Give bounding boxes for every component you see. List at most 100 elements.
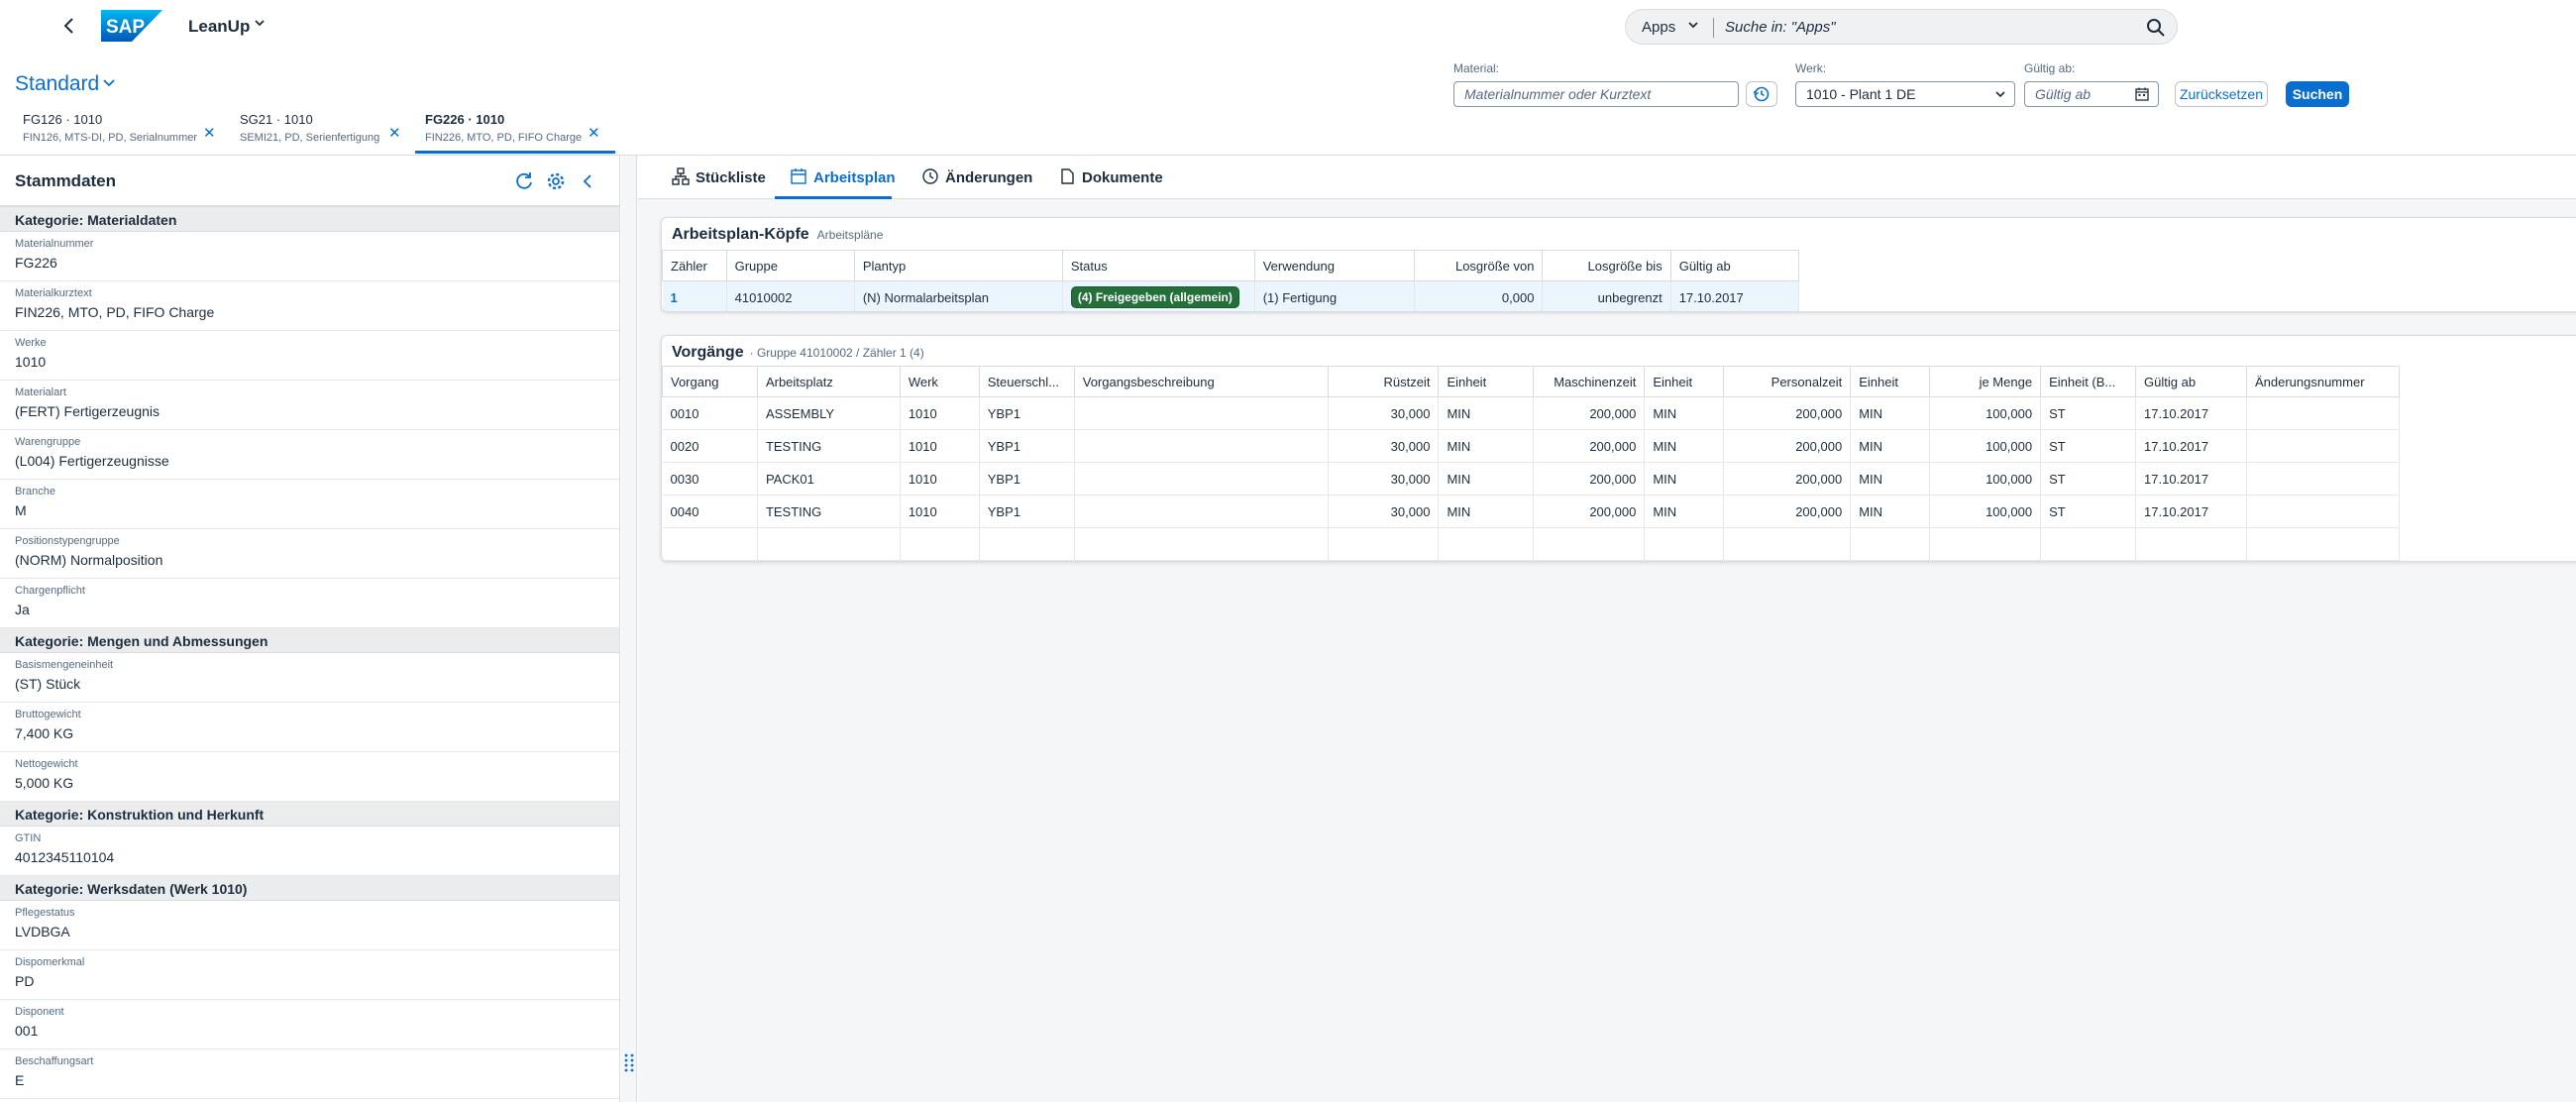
field-pflegestatus: Pflegestatus LVDBGA [0, 901, 619, 950]
material-input[interactable]: Materialnummer oder Kurztext [1453, 81, 1739, 107]
column-header[interactable]: Steuerschl... [978, 366, 1075, 397]
cell [1074, 396, 1329, 430]
chevron-down-icon[interactable] [1994, 87, 2006, 103]
column-header[interactable]: Werk [899, 366, 980, 397]
column-header[interactable]: Einheit [1644, 366, 1725, 397]
app-title[interactable]: LeanUp [188, 17, 250, 37]
column-header[interactable]: Status [1061, 250, 1255, 281]
search-input[interactable]: Suche in: "Apps" [1725, 19, 1836, 36]
tab-arbeitsplan[interactable]: Arbeitsplan [790, 167, 896, 186]
cell: 1010 [900, 429, 980, 463]
cell: YBP1 [979, 495, 1075, 528]
field-label: GTIN [15, 832, 42, 844]
field-materialnummer: Materialnummer FG226 [0, 232, 619, 281]
card-subtitle: Arbeitspläne [816, 228, 884, 242]
column-header[interactable]: Arbeitsplatz [756, 366, 901, 397]
chevron-down-icon[interactable] [1687, 19, 1699, 34]
gueltig-date-input[interactable]: Gültig ab [2024, 81, 2159, 107]
field-label: Warengruppe [15, 436, 81, 448]
tab-aenderungen[interactable]: Änderungen [921, 167, 1032, 186]
material-tab-fg126[interactable]: FG126 · 1010 FIN126, MTS-DI, PD, Serialn… [23, 112, 197, 154]
column-header[interactable]: Losgröße bis [1542, 250, 1671, 281]
variant-title[interactable]: Standard [15, 72, 99, 96]
column-header[interactable]: Einheit [1438, 366, 1535, 397]
column-header[interactable]: Gruppe [725, 250, 855, 281]
close-icon[interactable]: ✕ [203, 124, 216, 142]
field-label: Materialkurztext [15, 287, 92, 299]
collapse-panel-icon[interactable] [576, 169, 599, 193]
drag-handle-icon[interactable] [624, 1052, 634, 1076]
field-bruttogewicht: Bruttogewicht 7,400 KG [0, 703, 619, 752]
reset-button[interactable]: Zurücksetzen [2175, 81, 2268, 107]
global-search[interactable]: Apps Suche in: "Apps" [1625, 9, 2178, 45]
field-label: Materialnummer [15, 238, 94, 250]
status-badge: (4) Freigegeben (allgemein) [1070, 286, 1239, 308]
empty-table-row [662, 527, 2401, 561]
field-beschaffungsart: Beschaffungsart E [0, 1049, 619, 1099]
field-label: Branche [15, 486, 55, 497]
panel-splitter[interactable] [621, 156, 637, 1102]
gueltig-placeholder: Gültig ab [2035, 86, 2092, 102]
column-header[interactable]: Personalzeit [1723, 366, 1852, 397]
tab-stueckliste[interactable]: Stückliste [672, 167, 766, 186]
column-header[interactable]: Gültig ab [1669, 250, 1800, 281]
material-label: Material: [1453, 61, 1500, 75]
close-icon[interactable]: ✕ [388, 124, 401, 142]
refresh-icon[interactable] [512, 169, 536, 193]
calendar-icon[interactable] [2134, 86, 2150, 105]
close-icon[interactable]: ✕ [588, 124, 600, 142]
material-tab-sg21[interactable]: SG21 · 1010 SEMI21, PD, Serienfertigung [240, 112, 379, 154]
field-warengruppe: Warengruppe (L004) Fertigerzeugnisse [0, 430, 619, 480]
cell: YBP1 [979, 396, 1075, 430]
table-row[interactable]: 0010 ASSEMBLY 1010 YBP1 30,000 MIN 200,000 MIN 2… [662, 396, 2401, 430]
cell: 30,000 [1328, 429, 1440, 463]
cell: 1010 [900, 396, 980, 430]
cell-verwendung: (1) Fertigung [1254, 280, 1416, 311]
tab-label: Änderungen [945, 169, 1033, 186]
column-header[interactable]: Gültig ab [2135, 366, 2247, 397]
table-row[interactable]: 0040 TESTING 1010 YBP1 30,000 MIN 200,000 MIN 20… [662, 495, 2401, 528]
column-header[interactable]: Vorgang [662, 366, 758, 397]
cell-losgroesse-von: 0,000 [1414, 280, 1544, 311]
active-tab-indicator [415, 151, 615, 154]
search-icon[interactable] [2145, 17, 2167, 39]
column-header[interactable]: Rüstzeit [1327, 366, 1440, 397]
cell: MIN [1438, 462, 1535, 496]
gear-icon[interactable] [544, 169, 568, 193]
field-value: (FERT) Fertigerzeugnis [15, 403, 161, 419]
cell: MIN [1644, 396, 1725, 430]
column-header[interactable]: Einheit (B... [2040, 366, 2137, 397]
zaehler-link[interactable]: 1 [662, 280, 727, 311]
field-label: Positionstypengruppe [15, 535, 120, 547]
cell: PACK01 [757, 462, 901, 496]
column-header[interactable]: je Menge [1929, 366, 2042, 397]
column-header[interactable]: Plantyp [853, 250, 1063, 281]
field-value: 4012345110104 [15, 849, 115, 865]
search-scope-select[interactable]: Apps [1642, 19, 1675, 36]
column-header[interactable]: Vorgangsbeschreibung [1073, 366, 1329, 397]
column-header[interactable]: Losgröße von [1414, 250, 1544, 281]
column-header[interactable]: Zähler [662, 250, 727, 281]
field-materialkurztext: Materialkurztext FIN226, MTO, PD, FIFO Ch… [0, 281, 619, 331]
column-header[interactable]: Einheit [1850, 366, 1931, 397]
table-row[interactable]: 0030 PACK01 1010 YBP1 30,000 MIN 200,000 MIN 200… [662, 462, 2401, 496]
column-header[interactable]: Verwendung [1253, 250, 1416, 281]
sap-logo[interactable]: SAP [101, 10, 162, 42]
column-header[interactable]: Maschinenzeit [1533, 366, 1646, 397]
werk-select[interactable]: 1010 - Plant 1 DE [1795, 81, 2015, 107]
field-label: Pflegestatus [15, 907, 75, 919]
chevron-down-icon[interactable] [102, 75, 116, 92]
material-tab-title: FG226 · 1010 [425, 112, 505, 127]
table-row[interactable]: 0020 TESTING 1010 YBP1 30,000 MIN 200,000 MIN 20… [662, 429, 2401, 463]
table-row[interactable]: 1 41010002 (N) Normalarbeitsplan (4) Fre… [662, 280, 1800, 311]
cell: YBP1 [979, 462, 1075, 496]
column-header[interactable]: Änderungsnummer [2245, 366, 2401, 397]
chevron-down-icon[interactable] [254, 17, 266, 32]
back-button[interactable] [57, 14, 81, 38]
history-button[interactable] [1746, 81, 1777, 107]
tab-dokumente[interactable]: Dokumente [1058, 167, 1163, 186]
material-tab-fg226[interactable]: FG226 · 1010 FIN226, MTO, PD, FIFO Charg… [425, 112, 582, 154]
cell: TESTING [757, 495, 901, 528]
search-button[interactable]: Suchen [2286, 81, 2349, 107]
chevron-left-icon [63, 18, 73, 34]
